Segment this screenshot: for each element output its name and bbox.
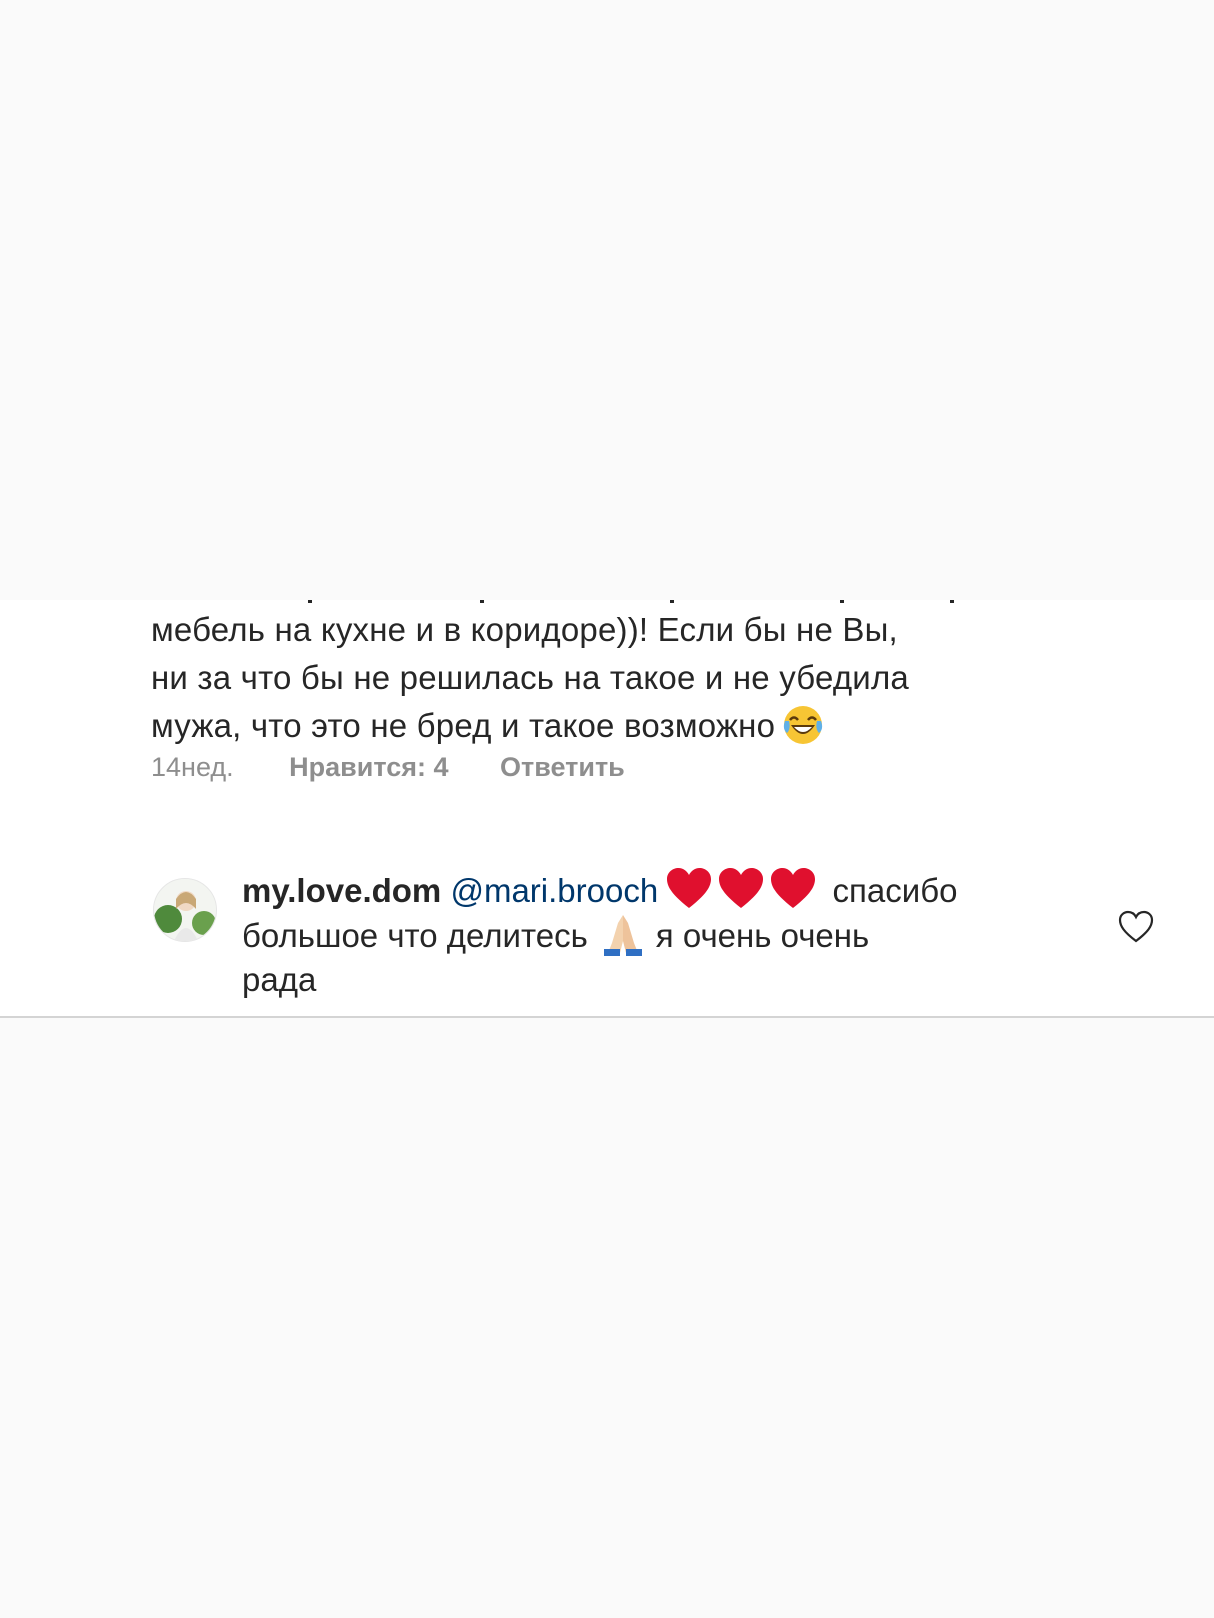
reply-username-link[interactable]: my.love.dom: [242, 872, 441, 909]
like-heart-icon[interactable]: [1118, 910, 1154, 944]
likes-count-link[interactable]: Нравится: 4: [289, 752, 448, 783]
comment-line-2: ни за что бы не решилась на такое и не у…: [151, 659, 909, 696]
red-heart-emoji-icon: [719, 868, 764, 908]
comment-meta-row: 14нед. Нравится: 4 Ответить: [151, 752, 669, 783]
reply-line-1: my.love.dom @mari.brooch спасибо: [242, 868, 1062, 913]
avatar[interactable]: [153, 878, 217, 942]
reply-button[interactable]: Ответить: [500, 752, 625, 783]
reply-line-3: рада: [242, 961, 317, 998]
comment-line-1: мебель на кухне и в коридоре))! Если бы …: [151, 611, 898, 648]
reply-text-3: я очень очень: [655, 917, 870, 954]
comment-body: мебель на кухне и в коридоре))! Если бы …: [151, 606, 1051, 750]
red-heart-emoji-icon: [667, 868, 712, 908]
comment-line-3-text: мужа, что это не бред и такое возможно: [151, 707, 776, 744]
comment-line-3: мужа, что это не бред и такое возможно: [151, 702, 1051, 750]
reply-text-1: спасибо: [832, 872, 958, 909]
laughing-tears-emoji-icon: [784, 706, 823, 744]
avatar-photo-icon: [154, 879, 216, 941]
folded-hands-emoji-icon: [603, 915, 642, 956]
reply-comment: my.love.dom @mari.brooch спасибо большое…: [0, 868, 1214, 1008]
divider: [0, 1016, 1214, 1018]
truncated-text-line: [308, 600, 954, 603]
mention-link[interactable]: @mari.brooch: [450, 872, 658, 909]
reply-text-2: большое что делитесь: [242, 917, 588, 954]
red-heart-emoji-icon: [771, 868, 816, 908]
comment-timestamp: 14нед.: [151, 752, 234, 782]
empty-top-area: [0, 0, 1214, 600]
reply-body: my.love.dom @mari.brooch спасибо большое…: [242, 868, 1062, 1002]
reply-line-2: большое что делитесь я очень очень: [242, 913, 1062, 958]
